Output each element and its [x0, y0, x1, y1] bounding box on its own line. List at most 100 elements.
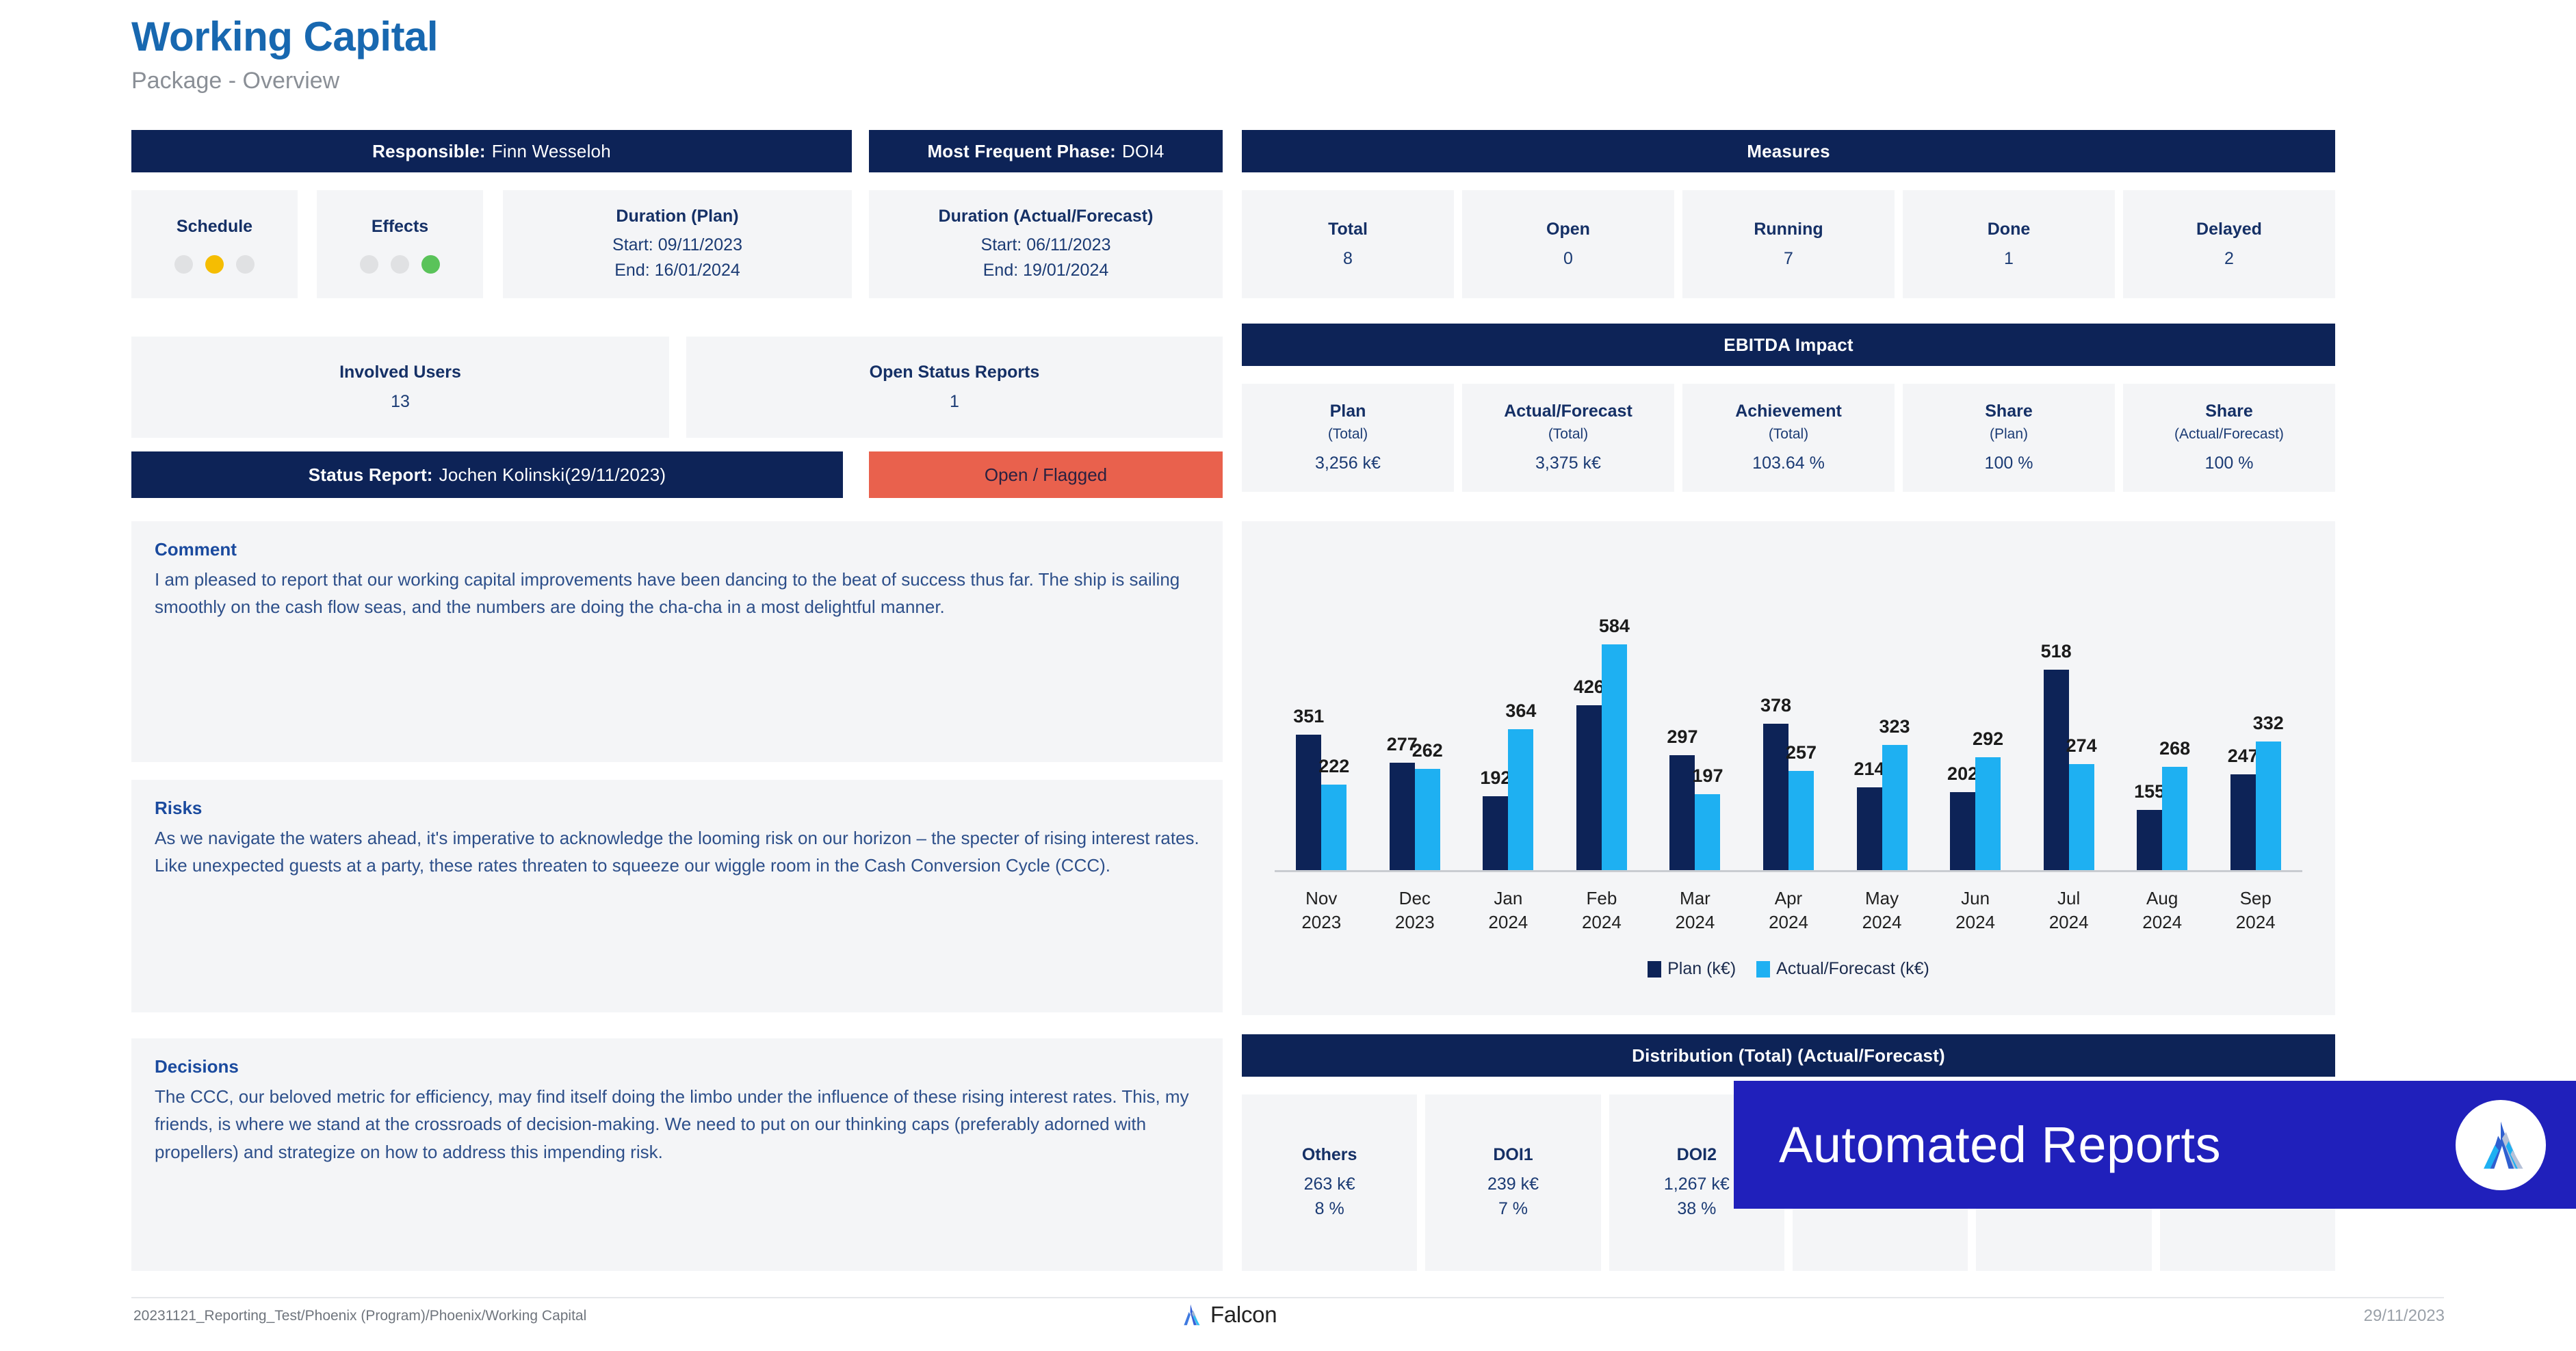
chart-bar-plan[interactable]: 277: [1387, 734, 1418, 870]
chart-x-tick: May 2024: [1835, 887, 1929, 934]
chart-x-tick: Mar 2024: [1648, 887, 1742, 934]
chart-bar-actual[interactable]: 584: [1599, 616, 1630, 870]
ebitda-label: Share: [2205, 402, 2253, 421]
page-subtitle: Package - Overview: [131, 68, 340, 94]
risks-body: As we navigate the waters ahead, it's im…: [155, 828, 1199, 876]
chart-bar-actual[interactable]: 364: [1505, 700, 1536, 870]
duration-actual-tile[interactable]: Duration (Actual/Forecast) Start: 06/11/…: [869, 190, 1223, 298]
chart-x-tick: Jan 2024: [1461, 887, 1555, 934]
chart-bar-value-label: 297: [1667, 726, 1698, 748]
chart-bar-actual[interactable]: 257: [1786, 742, 1817, 870]
chart-bar-group[interactable]: 351 222: [1275, 583, 1368, 870]
report-page: Working Capital Package - Overview Respo…: [0, 0, 2576, 1351]
ebitda-header: EBITDA Impact: [1242, 324, 2335, 366]
chart-bar-value-label: 364: [1505, 700, 1537, 722]
chart-bar-actual[interactable]: 262: [1412, 740, 1443, 870]
measure-tile[interactable]: Delayed 2: [2123, 190, 2335, 298]
distribution-tile[interactable]: Others 263 k€ 8 %: [1242, 1094, 1418, 1271]
measure-tile[interactable]: Running 7: [1682, 190, 1895, 298]
chart-bar-plan[interactable]: 214: [1854, 759, 1885, 870]
chart-bar-actual[interactable]: 332: [2253, 713, 2284, 870]
ebitda-tile[interactable]: Share (Plan) 100 %: [1903, 384, 2115, 492]
chart-x-tick-year: 2024: [2048, 912, 2089, 933]
chart-bar-plan[interactable]: 202: [1947, 763, 1978, 870]
chart-bar-group[interactable]: 247 332: [2209, 583, 2302, 870]
chart-x-tick-year: 2024: [2142, 912, 2183, 933]
falcon-mark-icon: [1184, 1304, 1200, 1326]
chart-bar-actual[interactable]: 323: [1879, 716, 1910, 870]
chart-bar-value-label: 202: [1947, 763, 1979, 784]
schedule-tile[interactable]: Schedule: [131, 190, 298, 298]
decisions-body: The CCC, our beloved metric for efficien…: [155, 1086, 1189, 1162]
chart-bar-group[interactable]: 155 268: [2116, 583, 2209, 870]
chart-bar-plan[interactable]: 351: [1293, 706, 1324, 870]
open-status-reports-value: 1: [950, 391, 959, 411]
measure-tile[interactable]: Done 1: [1903, 190, 2115, 298]
chart-legend-swatch-icon: [1648, 960, 1662, 978]
chart-bar-group[interactable]: 378 257: [1742, 583, 1836, 870]
open-status-reports-tile[interactable]: Open Status Reports 1: [686, 337, 1223, 438]
chart-bar-plan[interactable]: 297: [1667, 726, 1697, 870]
chart-bar-actual[interactable]: 268: [2159, 738, 2190, 870]
measure-value: 1: [2004, 248, 2014, 268]
chart-bar-plan[interactable]: 518: [2041, 641, 2072, 870]
chart-bar-group[interactable]: 277 262: [1368, 583, 1462, 870]
ebitda-value: 3,375 k€: [1535, 453, 1601, 473]
effects-tile[interactable]: Effects: [317, 190, 483, 298]
effects-label: Effects: [371, 216, 429, 236]
chart-legend-label: Plan (k€): [1667, 959, 1736, 978]
chart-bar-plan[interactable]: 155: [2134, 781, 2165, 870]
chart-bar-plan[interactable]: 378: [1760, 695, 1791, 870]
measure-tile[interactable]: Open 0: [1462, 190, 1674, 298]
status-report-bar[interactable]: Status Report: Jochen Kolinski(29/11/202…: [131, 451, 843, 498]
chart-legend-item[interactable]: Plan (k€): [1648, 959, 1736, 979]
ebitda-tile[interactable]: Actual/Forecast (Total) 3,375 k€: [1462, 384, 1674, 492]
chart-bar-group[interactable]: 192 364: [1461, 583, 1555, 870]
footer-path: 20231121_Reporting_Test/Phoenix (Program…: [133, 1308, 587, 1324]
duration-plan-tile[interactable]: Duration (Plan) Start: 09/11/2023 End: 1…: [503, 190, 852, 298]
measure-value: 8: [1343, 248, 1353, 268]
chart-bar-group[interactable]: 518 274: [2022, 583, 2116, 870]
risks-panel: Risks As we navigate the waters ahead, i…: [131, 780, 1223, 1012]
distribution-header: Distribution (Total) (Actual/Forecast): [1242, 1034, 2335, 1077]
measures-title: Measures: [1747, 140, 1830, 161]
involved-users-tile[interactable]: Involved Users 13: [131, 337, 669, 438]
chart-bar-plan[interactable]: 192: [1480, 768, 1511, 870]
chart-bar-actual[interactable]: 274: [2066, 735, 2097, 870]
chart-legend-item[interactable]: Actual/Forecast (k€): [1756, 959, 1929, 979]
duration-actual-start: Start: 06/11/2023: [980, 235, 1111, 254]
risks-heading: Risks: [155, 798, 203, 818]
chart-bar-value-label: 332: [2252, 713, 2284, 734]
chart-bar-actual[interactable]: 292: [1973, 729, 2003, 870]
measure-tile[interactable]: Total 8: [1242, 190, 1454, 298]
chart-bar-actual[interactable]: 197: [1692, 765, 1723, 870]
ebitda-tile[interactable]: Share (Actual/Forecast) 100 %: [2123, 384, 2335, 492]
most-frequent-phase-label: Most Frequent Phase:: [927, 140, 1117, 161]
ebitda-tile[interactable]: Achievement (Total) 103.64 %: [1682, 384, 1895, 492]
distribution-tile[interactable]: DOI1 239 k€ 7 %: [1425, 1094, 1601, 1271]
involved-users-label: Involved Users: [339, 362, 461, 382]
page-title: Working Capital: [131, 14, 439, 60]
status-badge-label: Open / Flagged: [984, 464, 1108, 485]
chart-bar-plan[interactable]: 247: [2228, 746, 2259, 870]
chart-bar-group[interactable]: 297 197: [1648, 583, 1742, 870]
ebitda-title: EBITDA Impact: [1723, 334, 1853, 355]
comment-body: I am pleased to report that our working …: [155, 569, 1180, 618]
chart-x-tick: Jun 2024: [1929, 887, 2022, 934]
automated-reports-banner: Automated Reports: [1734, 1081, 2576, 1209]
chart-bar-group[interactable]: 426 584: [1555, 583, 1649, 870]
ebitda-tile[interactable]: Plan (Total) 3,256 k€: [1242, 384, 1454, 492]
chart-bar-group[interactable]: 214 323: [1835, 583, 1929, 870]
chart-x-tick-month: May: [1864, 888, 1899, 908]
chart-bar-actual[interactable]: 222: [1318, 756, 1349, 870]
footer-brand-label: Falcon: [1210, 1302, 1277, 1327]
chart-bar-plan[interactable]: 426: [1574, 677, 1604, 870]
chart-bar-value-label: 257: [1785, 742, 1817, 763]
responsible-value: Finn Wesseloh: [491, 140, 611, 161]
chart-x-tick-year: 2024: [1581, 912, 1622, 933]
status-badge[interactable]: Open / Flagged: [869, 451, 1223, 498]
chart-x-tick-month: Aug: [2146, 888, 2178, 908]
ebitda-bar-chart[interactable]: 351 222 Nov 2023 277 262 Dec 2023 192 364 Jan 2024 4…: [1242, 521, 2335, 1015]
ebitda-sublabel: (Total): [1768, 426, 1809, 443]
chart-bar-group[interactable]: 202 292: [1929, 583, 2022, 870]
